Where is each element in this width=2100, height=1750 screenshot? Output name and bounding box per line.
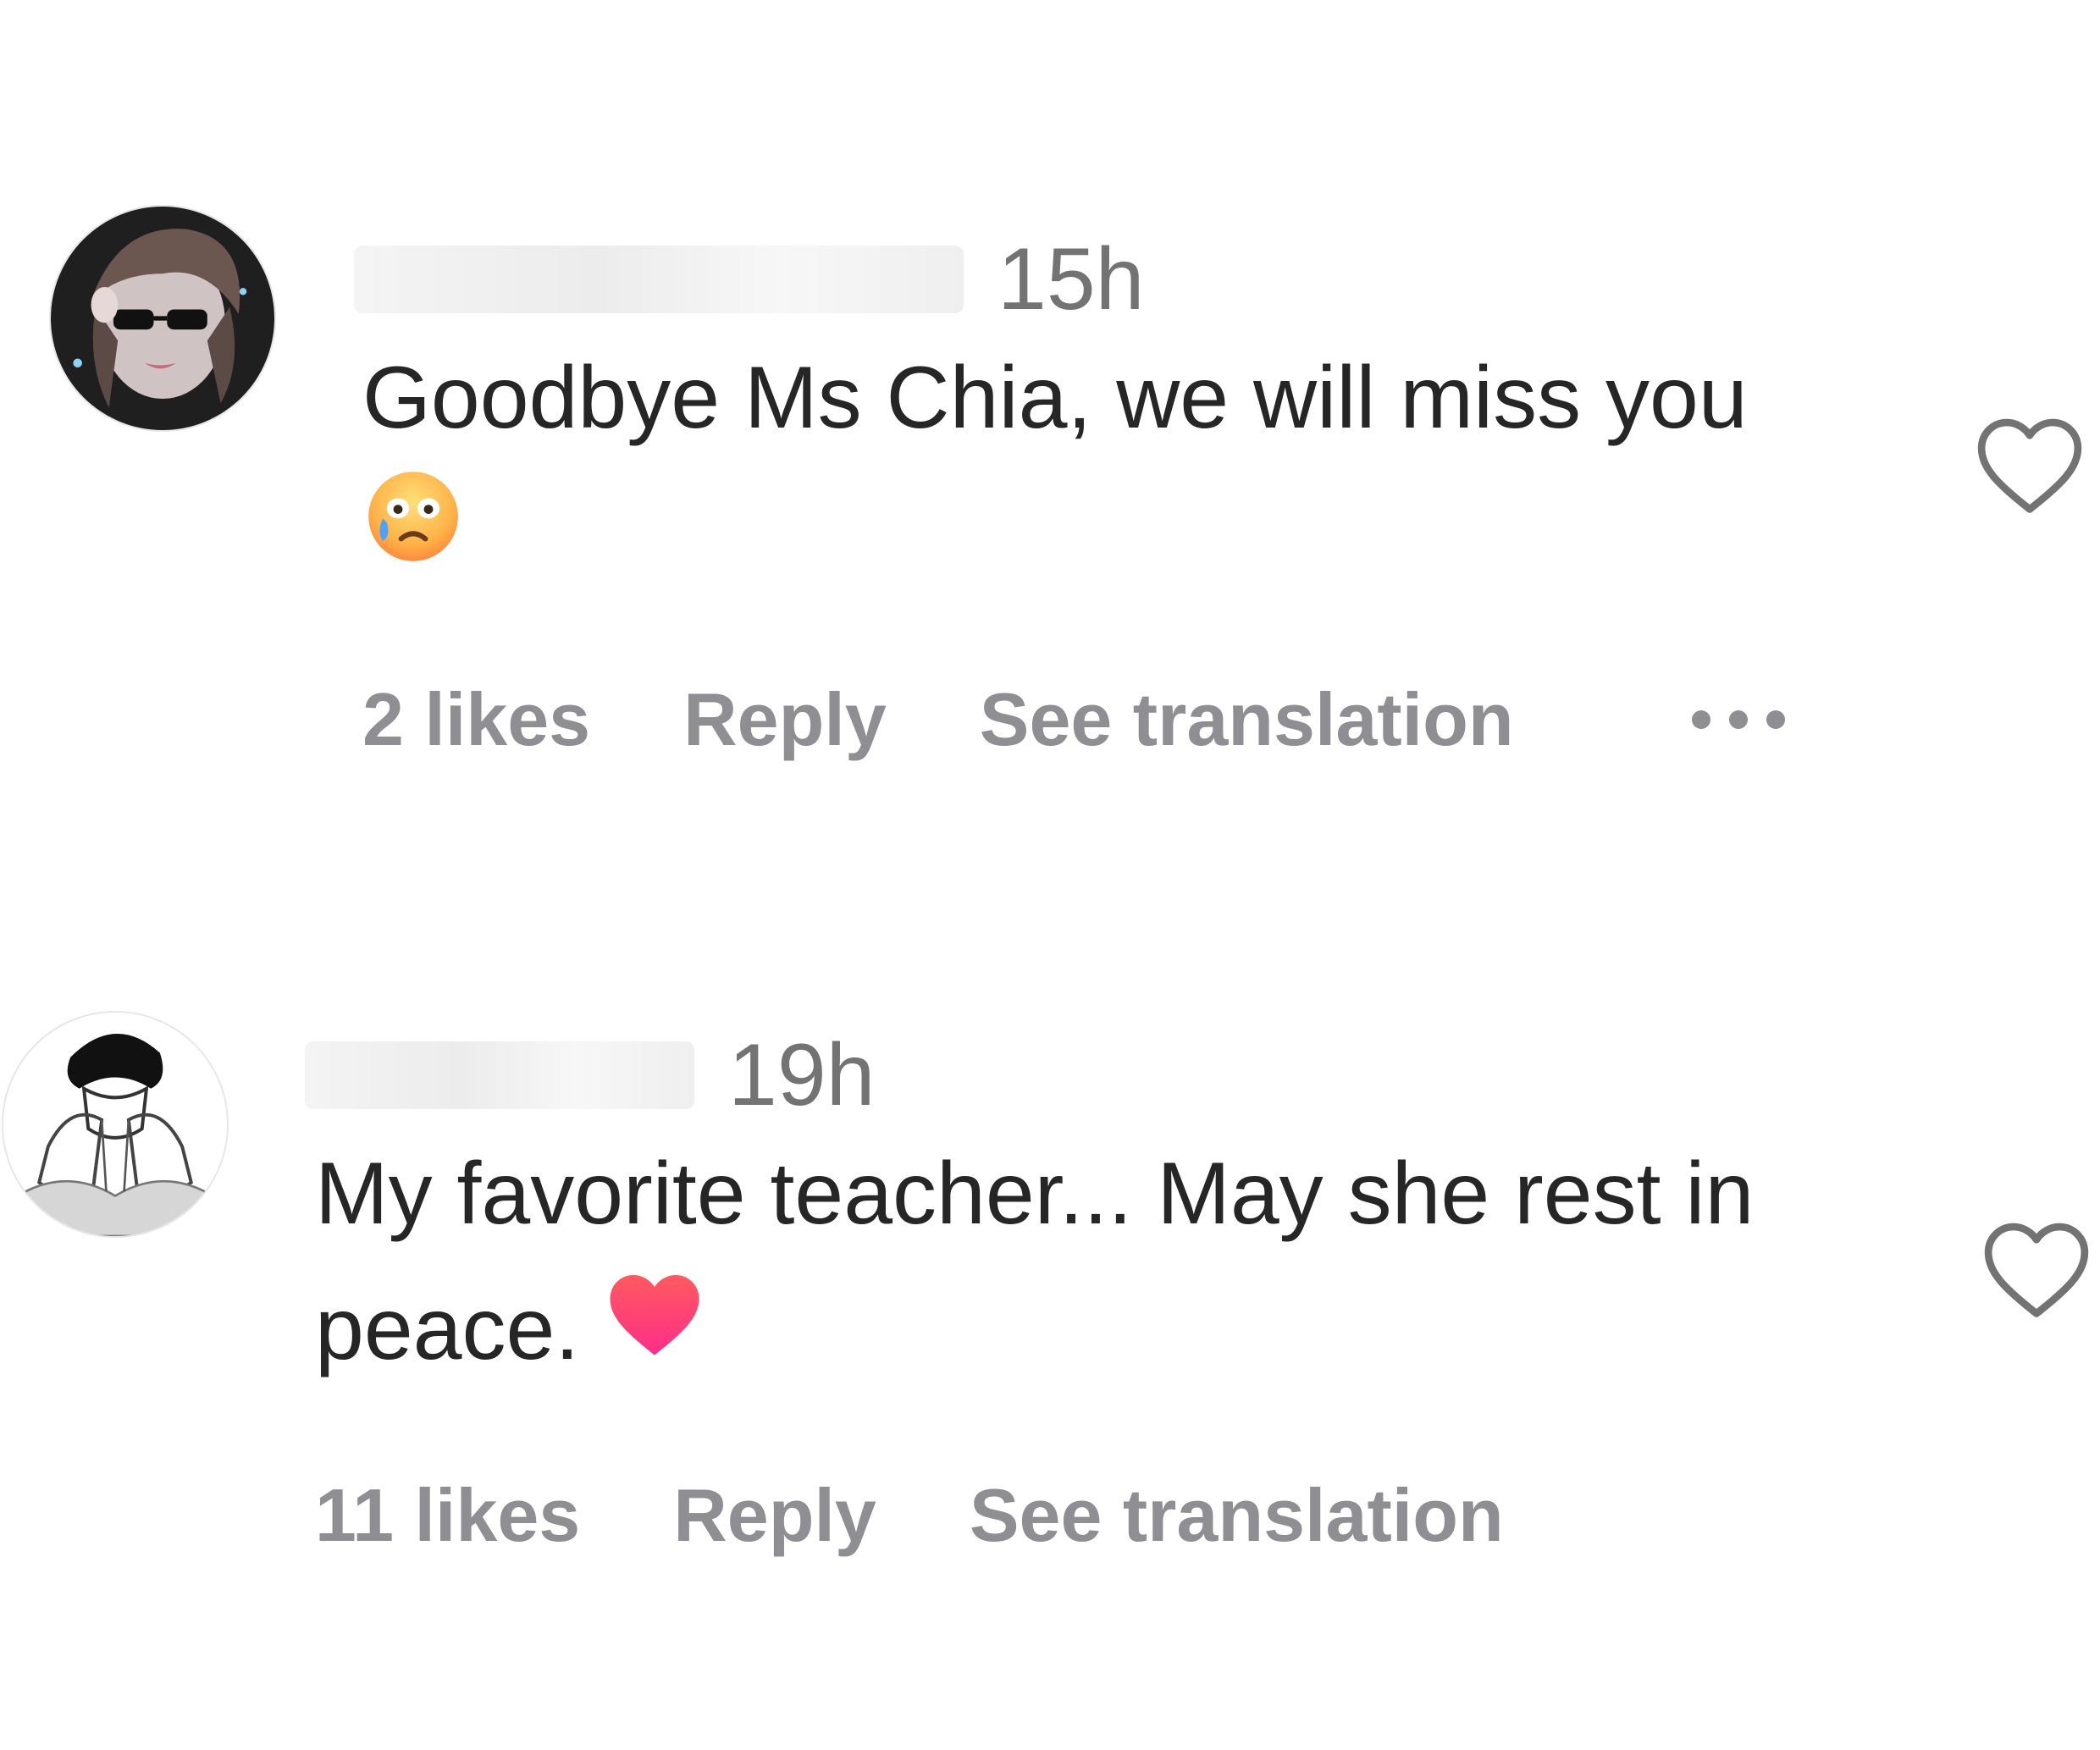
comment-item: 15h Goodbye Ms Chia, we will miss you 2 … <box>0 195 2100 804</box>
more-options-icon[interactable] <box>1691 710 1785 729</box>
comment-meta: 15h <box>354 229 1145 330</box>
red-heart-emoji-icon <box>604 1264 705 1399</box>
comment-actions: 11 likes Reply See translation <box>315 1465 1597 1566</box>
username[interactable] <box>354 246 964 313</box>
like-heart-icon[interactable] <box>1981 1219 2092 1321</box>
timestamp: 19h <box>728 1026 876 1124</box>
comment-text: Goodbye Ms Chia, we will miss you <box>362 330 1904 605</box>
crying-face-emoji-icon <box>362 466 464 605</box>
avatar[interactable] <box>2 1011 229 1238</box>
avatar-illustration <box>3 1013 227 1236</box>
comment-body: Goodbye Ms Chia, we will miss you <box>362 349 1748 447</box>
like-heart-icon[interactable] <box>1975 415 2085 516</box>
comment-body: My favorite teacher... May she rest in p… <box>315 1145 1755 1378</box>
username[interactable] <box>305 1041 694 1109</box>
reply-button[interactable]: Reply <box>673 1472 876 1559</box>
timestamp: 15h <box>998 230 1145 328</box>
comment-actions: 2 likes Reply See translation <box>362 669 1785 770</box>
see-translation-button[interactable]: See translation <box>970 1472 1504 1559</box>
avatar[interactable] <box>49 205 276 432</box>
see-translation-button[interactable]: See translation <box>980 676 1514 763</box>
comment-meta: 19h <box>305 1024 876 1126</box>
likes-count[interactable]: 11 likes <box>315 1472 580 1559</box>
reply-button[interactable]: Reply <box>683 676 887 763</box>
likes-count[interactable]: 2 likes <box>362 676 590 763</box>
comment-item: 19h My favorite teacher... May she rest … <box>0 1007 2100 1651</box>
comment-text: My favorite teacher... May she rest in p… <box>315 1126 1924 1399</box>
avatar-photo <box>51 207 274 430</box>
